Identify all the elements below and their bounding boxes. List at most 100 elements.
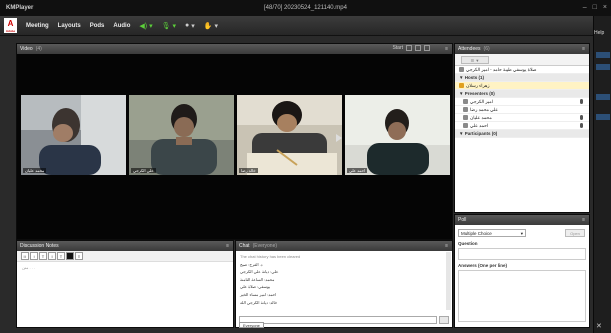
video-controls: Start: [392, 45, 430, 51]
tools-icon[interactable]: ✕: [596, 322, 602, 330]
window-controls: – □ ×: [583, 0, 607, 16]
chat-pod-title: Chat: [239, 243, 250, 249]
attendee-row[interactable]: احمد علي: [455, 122, 589, 130]
attendee-row[interactable]: امير الكرجي: [455, 98, 589, 106]
host-icon: [459, 83, 464, 89]
chat-message: خالد: ديانة الكرجي الله: [240, 299, 278, 305]
microphone-icon: [580, 123, 583, 128]
attendees-toolbar: ☰ ▼: [455, 54, 589, 66]
notes-pod-header: Discussion Notes ≡: [17, 241, 233, 251]
menu-pods[interactable]: Pods: [90, 23, 105, 29]
attendees-pod: Attendees (6) ≡ ☰ ▼ صلاة يوسفي طيبة حامد …: [454, 43, 590, 213]
hosts-section[interactable]: ▼ Hosts (1): [455, 74, 589, 82]
video-pod-title: Video: [20, 46, 33, 52]
webcam-icon[interactable]: ● ▾: [185, 22, 195, 30]
close-icon[interactable]: ×: [603, 0, 607, 16]
question-field[interactable]: [458, 248, 586, 260]
side-button[interactable]: [596, 52, 610, 58]
help-menu[interactable]: Help: [594, 30, 604, 36]
italic-button[interactable]: I: [48, 252, 56, 260]
raise-hand-icon[interactable]: ✋ ▾: [204, 22, 218, 30]
presenters-section[interactable]: ▼ Presenters (0): [455, 90, 589, 98]
video-tile[interactable]: احمد علي: [345, 95, 450, 175]
tile-name: خالد رضا: [239, 168, 258, 173]
attendee-row[interactable]: صلاة يوسفي طيبة حامد - امير الكرجي: [455, 66, 589, 74]
start-webcam-button[interactable]: Start: [392, 45, 403, 51]
attendee-view-button[interactable]: ☰ ▼: [461, 56, 489, 64]
user-icon: [459, 67, 464, 73]
answers-field[interactable]: [458, 270, 586, 322]
menu-audio[interactable]: Audio: [113, 23, 130, 29]
right-side-panel: Help: [593, 16, 611, 333]
video-tile[interactable]: محمد عليان: [21, 95, 126, 175]
grid-icon[interactable]: [415, 45, 421, 51]
send-icon[interactable]: [439, 316, 449, 324]
tile-name: محمد عليان: [23, 168, 47, 173]
pod-menu-icon[interactable]: ≡: [445, 44, 448, 54]
attendee-row[interactable]: زهراء رسلان: [455, 82, 589, 90]
user-icon: [463, 123, 468, 129]
tile-name: احمد علي: [347, 168, 368, 173]
chevron-down-icon: ▾: [520, 231, 523, 236]
chat-tab-everyone[interactable]: Everyone: [239, 322, 264, 328]
attendee-row[interactable]: علي محمد رضا: [455, 106, 589, 114]
pod-menu-icon[interactable]: ≡: [582, 44, 585, 54]
pod-menu-icon[interactable]: ≡: [445, 241, 448, 251]
chat-pod: Chat (Everyone) ≡ The chat history has be…: [235, 240, 453, 328]
chat-message: يوسفي: صلاة علي: [240, 284, 271, 290]
chat-history: The chat history has been cleared د. الف…: [236, 251, 452, 308]
connect-menubar: A Adobe Meeting Layouts Pods Audio ◀) ▾ 🎙…: [0, 16, 593, 36]
menu-meeting[interactable]: Meeting: [26, 23, 49, 29]
video-pod-header: Video (4) ≡: [17, 44, 452, 54]
notes-pod-title: Discussion Notes: [20, 243, 59, 249]
poll-type-select[interactable]: Multiple Choice ▾: [458, 229, 526, 237]
window-titlebar: KMPlayer [48/70] 20230524_121140.mp4 – □…: [0, 0, 611, 16]
file-title: [48/70] 20230524_121140.mp4: [264, 5, 347, 11]
chat-scrollbar[interactable]: [446, 252, 451, 310]
pod-menu-icon[interactable]: ≡: [582, 215, 585, 225]
side-button[interactable]: [596, 114, 610, 120]
play-icon[interactable]: [336, 134, 342, 142]
maximize-icon[interactable]: □: [593, 0, 597, 16]
microphone-icon: [580, 115, 583, 120]
microphone-icon[interactable]: 🎙 ▾: [162, 22, 176, 30]
chat-message: علي: ديانة علي الكرجي: [240, 269, 279, 275]
list-button[interactable]: ≡: [75, 252, 83, 260]
microphone-icon: [580, 99, 583, 104]
user-icon: [463, 99, 468, 105]
speaker-icon[interactable]: ◀) ▾: [139, 22, 152, 30]
fullscreen-icon[interactable]: [424, 45, 430, 51]
pod-menu-icon[interactable]: ≡: [226, 241, 229, 251]
video-tile[interactable]: خالد رضا: [237, 95, 342, 175]
poll-pod-header: Poll ≡: [455, 215, 589, 225]
attendee-row[interactable]: محمد عليان: [455, 114, 589, 122]
adobe-logo: A Adobe: [4, 18, 17, 33]
layout-icon[interactable]: [406, 45, 412, 51]
side-button[interactable]: [596, 94, 610, 100]
notes-text[interactable]: متن . . .: [17, 262, 233, 273]
video-pod: Video (4) ≡ Start محمد عليان علي الكرجي …: [16, 43, 453, 270]
video-tile[interactable]: علي الكرجي: [129, 95, 234, 175]
minimize-icon[interactable]: –: [583, 0, 587, 16]
video-tiles: محمد عليان علي الكرجي خالد رضا احمد علي: [21, 95, 450, 175]
poll-pod-title: Poll: [458, 217, 467, 223]
bold-button[interactable]: T: [39, 252, 47, 260]
text-size-button[interactable]: I↕: [21, 252, 29, 260]
webcam-feed: [21, 95, 126, 175]
underline-button[interactable]: T: [57, 252, 65, 260]
notes-toolbar: I↕ ↕ T I T ≡: [17, 251, 233, 262]
attendees-pod-header: Attendees (6) ≡: [455, 44, 589, 54]
chat-message: احمد: امير مساء الخير: [240, 291, 277, 297]
open-poll-button[interactable]: Open: [565, 229, 585, 237]
side-button[interactable]: [596, 64, 610, 70]
chat-pod-header: Chat (Everyone) ≡: [236, 241, 452, 251]
menu-layouts[interactable]: Layouts: [58, 23, 81, 29]
tile-name: علي الكرجي: [131, 168, 156, 173]
chat-input[interactable]: [239, 316, 437, 324]
chat-message: د. الفرح: صبح: [240, 261, 263, 267]
font-size-button[interactable]: ↕: [30, 252, 38, 260]
text-color-button[interactable]: [66, 252, 74, 260]
participants-section[interactable]: ▼ Participants (0): [455, 130, 589, 138]
attendees-pod-title: Attendees: [458, 46, 481, 52]
notes-pod: Discussion Notes ≡ I↕ ↕ T I T ≡ متن . . …: [16, 240, 234, 328]
